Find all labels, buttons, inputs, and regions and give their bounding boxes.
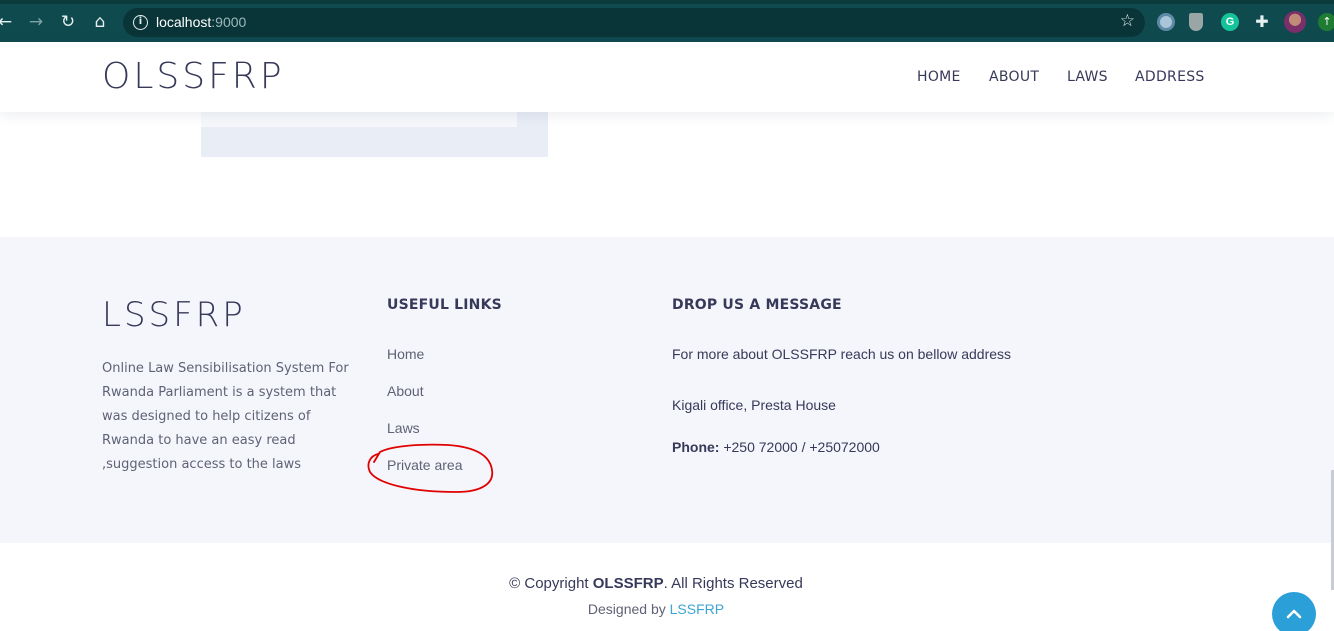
update-icon[interactable]: ↑ bbox=[1318, 13, 1334, 31]
designed-by-link[interactable]: LSSFRP bbox=[670, 601, 724, 617]
back-to-top-button[interactable] bbox=[1272, 592, 1316, 631]
site-logo[interactable]: OLSSFRP bbox=[102, 56, 285, 97]
home-icon[interactable]: ⌂ bbox=[89, 11, 111, 33]
browser-toolbar: ← → ↻ ⌂ i localhost:9000 ☆ G ✚ ↑ bbox=[0, 0, 1334, 42]
footer-description: Online Law Sensibilisation System For Rw… bbox=[102, 361, 349, 472]
nav-address[interactable]: ADDRESS bbox=[1135, 69, 1205, 85]
star-icon[interactable]: ☆ bbox=[1120, 11, 1135, 31]
copyright-prefix: © Copyright bbox=[509, 575, 593, 592]
extension-icon[interactable] bbox=[1157, 13, 1175, 31]
message-heading: DROP US A MESSAGE bbox=[672, 297, 842, 313]
nav-home[interactable]: HOME bbox=[917, 69, 961, 85]
footer-logo: LSSFRP bbox=[102, 295, 246, 335]
copyright-brand: OLSSFRP bbox=[592, 575, 664, 592]
phone-value: +250 72000 / +25072000 bbox=[719, 439, 880, 455]
reload-icon[interactable]: ↻ bbox=[57, 11, 79, 33]
address-bar[interactable]: i localhost:9000 ☆ bbox=[123, 8, 1145, 37]
grammarly-icon[interactable]: G bbox=[1221, 13, 1239, 31]
url-text[interactable]: localhost:9000 bbox=[156, 14, 246, 30]
copyright-text: © Copyright OLSSFRP. All Rights Reserved bbox=[0, 575, 1312, 592]
site-header: OLSSFRP HOME ABOUT LAWS ADDRESS bbox=[0, 42, 1334, 112]
footer-link-about[interactable]: About bbox=[387, 383, 424, 399]
forward-arrow-icon[interactable]: → bbox=[25, 11, 47, 33]
footer: LSSFRP Online Law Sensibilisation System… bbox=[0, 237, 1334, 543]
shield-icon[interactable] bbox=[1189, 13, 1203, 31]
chevron-up-icon bbox=[1286, 609, 1302, 619]
footer-link-home[interactable]: Home bbox=[387, 346, 424, 362]
tab-strip bbox=[0, 0, 1334, 4]
phone-line: Phone: +250 72000 / +25072000 bbox=[672, 439, 880, 455]
nav-laws[interactable]: LAWS bbox=[1067, 69, 1108, 85]
footer-link-laws[interactable]: Laws bbox=[387, 420, 420, 436]
content-image-edge bbox=[201, 112, 517, 127]
footer-link-private-area[interactable]: Private area bbox=[387, 457, 462, 473]
back-arrow-icon[interactable]: ← bbox=[0, 11, 16, 33]
designed-prefix: Designed by bbox=[587, 601, 670, 617]
info-icon[interactable]: i bbox=[133, 15, 148, 30]
url-port: :9000 bbox=[211, 14, 247, 30]
office-address: Kigali office, Presta House bbox=[672, 397, 836, 413]
message-intro: For more about OLSSFRP reach us on bello… bbox=[672, 346, 1012, 362]
puzzle-icon[interactable]: ✚ bbox=[1253, 13, 1271, 31]
copyright-suffix: . All Rights Reserved bbox=[663, 575, 803, 592]
useful-links-heading: USEFUL LINKS bbox=[387, 297, 502, 313]
url-host: localhost bbox=[156, 14, 212, 30]
nav-about[interactable]: ABOUT bbox=[989, 69, 1039, 85]
profile-avatar[interactable] bbox=[1284, 11, 1306, 33]
designed-by-text: Designed by LSSFRP bbox=[0, 601, 1312, 617]
phone-label: Phone: bbox=[672, 439, 720, 455]
